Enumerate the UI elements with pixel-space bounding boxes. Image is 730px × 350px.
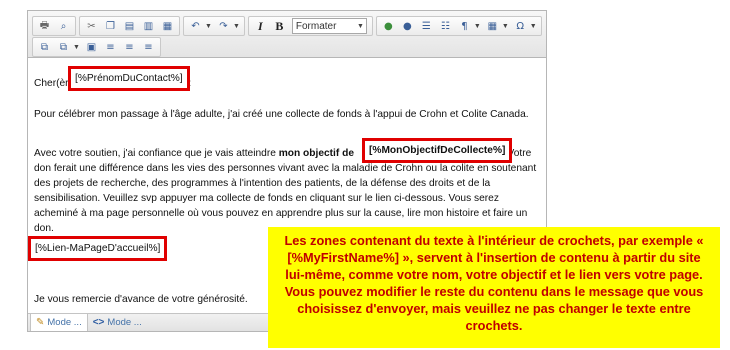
greeting-token-highlight: [%PrénomDuContact%] <box>68 66 190 91</box>
format-select[interactable]: Formater ▼ <box>291 18 367 34</box>
table-dropdown-icon[interactable]: ▼ <box>502 23 509 30</box>
chevron-down-icon: ▼ <box>356 22 364 30</box>
spellcheck-icon[interactable]: ● <box>380 18 397 34</box>
goal-token: [%MonObjectifDeCollecte%] <box>369 145 506 156</box>
paragraph-2-start: Avec votre soutien, j'ai confiance que j… <box>34 148 279 159</box>
cut-icon[interactable]: ✂ <box>83 18 100 34</box>
unordered-list-icon[interactable]: ☷ <box>437 18 454 34</box>
goal-token-highlight: [%MonObjectifDeCollecte%] <box>362 138 513 163</box>
toolbar-row-2: ⧉ ⧉ ▼ ▣ ≡ ≡ ≡ <box>32 37 164 57</box>
toolbar-group-clipboard: ✂ ❐ ▤ ▥ ▦ <box>79 16 180 36</box>
special-char-icon[interactable]: Ω <box>512 18 529 34</box>
editor-toolbar: 🖶 ⌕ ✂ ❐ ▤ ▥ ▦ ↶ ▼ ↷ ▼ I B Formater ▼ ● ●… <box>28 11 546 58</box>
special-char-dropdown-icon[interactable]: ▼ <box>530 23 537 30</box>
align-right-icon[interactable]: ≡ <box>140 39 157 55</box>
italic-button[interactable]: I <box>252 18 269 34</box>
redo-dropdown-icon[interactable]: ▼ <box>233 23 240 30</box>
design-mode-label: Mode ... <box>47 317 82 328</box>
code-icon: <> <box>92 317 105 328</box>
paste-word-icon[interactable]: ▦ <box>159 18 176 34</box>
toolbar-group-tools: ● ● ☰ ☷ ¶ ▼ ▦ ▼ Ω ▼ <box>375 16 542 36</box>
printer-icon[interactable]: 🖶 <box>36 18 53 34</box>
pencil-icon: ✎ <box>36 317 45 328</box>
undo-dropdown-icon[interactable]: ▼ <box>205 23 212 30</box>
instruction-note-text: Les zones contenant du texte à l'intérie… <box>284 233 704 333</box>
instruction-note: Les zones contenant du texte à l'intérie… <box>268 227 720 348</box>
insert-token-icon[interactable]: ⧉ <box>55 39 72 55</box>
html-mode-tab[interactable]: <> Mode ... <box>88 314 147 331</box>
toolbar-group-history: ↶ ▼ ↷ ▼ <box>183 16 245 36</box>
align-left-icon[interactable]: ≡ <box>102 39 119 55</box>
html-mode-label: Mode ... <box>107 317 142 328</box>
homepage-token: [%Lien-MaPageD'accueil%] <box>35 243 161 254</box>
format-select-value: Formater <box>295 20 337 32</box>
paragraph-1: Pour célébrer mon passage à l'âge adulte… <box>34 109 529 120</box>
redo-icon[interactable]: ↷ <box>215 18 232 34</box>
insert-link-icon[interactable]: ⧉ <box>36 39 53 55</box>
paragraph-2-bold: mon objectif de <box>278 148 357 159</box>
ordered-list-icon[interactable]: ☰ <box>418 18 435 34</box>
greeting-token: [%PrénomDuContact%] <box>75 73 183 84</box>
insert-token-dropdown-icon[interactable]: ▼ <box>73 44 80 51</box>
copy-icon[interactable]: ❐ <box>102 18 119 34</box>
bold-button[interactable]: B <box>271 18 288 34</box>
toolbar-group-insert: ⧉ ⧉ ▼ ▣ ≡ ≡ ≡ <box>32 37 161 57</box>
paste-icon[interactable]: ▤ <box>121 18 138 34</box>
align-center-icon[interactable]: ≡ <box>121 39 138 55</box>
undo-icon[interactable]: ↶ <box>187 18 204 34</box>
paste-text-icon[interactable]: ▥ <box>140 18 157 34</box>
binoculars-icon[interactable]: ⌕ <box>55 18 72 34</box>
toolbar-group-print: 🖶 ⌕ <box>32 16 76 36</box>
toolbar-row-1: 🖶 ⌕ ✂ ❐ ▤ ▥ ▦ ↶ ▼ ↷ ▼ I B Formater ▼ ● ●… <box>32 16 545 36</box>
template-icon[interactable]: ▣ <box>83 39 100 55</box>
toolbar-group-format: I B Formater ▼ <box>247 16 373 36</box>
table-icon[interactable]: ▦ <box>484 18 501 34</box>
paragraph-dropdown-icon[interactable]: ▼ <box>474 23 481 30</box>
spellcheck-options-icon[interactable]: ● <box>399 18 416 34</box>
paragraph-icon[interactable]: ¶ <box>456 18 473 34</box>
homepage-token-highlight: [%Lien-MaPageD'accueil%] <box>28 236 168 261</box>
design-mode-tab[interactable]: ✎ Mode ... <box>30 314 88 331</box>
